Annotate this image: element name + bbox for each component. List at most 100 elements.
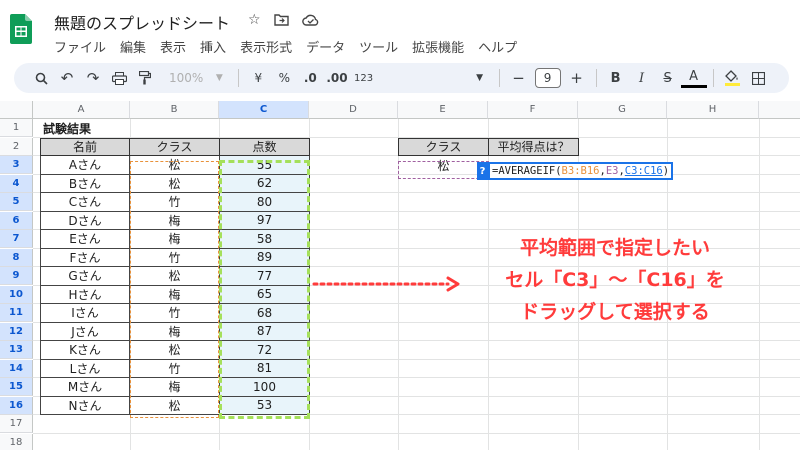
row-header-5[interactable]: 5 — [0, 193, 33, 211]
print-icon[interactable] — [106, 66, 132, 90]
row-header-10[interactable]: 10 — [0, 285, 33, 304]
percent-format-button[interactable]: % — [271, 66, 297, 90]
decrease-decimal-button[interactable]: .0 — [297, 66, 323, 90]
row-header-17[interactable]: 17 — [0, 415, 33, 433]
select-all-corner[interactable] — [0, 101, 33, 119]
row-header-6[interactable]: 6 — [0, 211, 33, 230]
annotation-line-1: 平均範囲で指定したい — [519, 237, 710, 259]
redo-icon[interactable]: ↷ — [80, 66, 106, 90]
formula-input[interactable]: =AVERAGEIF(B3:B16, E3, C3:C16) — [488, 162, 673, 180]
annotation-line-3: ドラッグして選択する — [520, 301, 710, 323]
column-header-e[interactable]: E — [398, 101, 488, 119]
column-header-overflow — [759, 101, 800, 119]
name-cell[interactable]: Mさん — [40, 378, 130, 397]
column-header-h[interactable]: H — [667, 101, 759, 119]
increase-font-size-button[interactable]: + — [564, 66, 590, 90]
spreadsheet-app: 無題のスプレッドシート ☆ ファイル 編集 表示 挿入 表示形式 データ ツール… — [0, 0, 800, 450]
increase-decimal-button[interactable]: .00 — [323, 66, 350, 90]
name-cell[interactable]: Jさん — [40, 322, 130, 341]
row-header-4[interactable]: 4 — [0, 174, 33, 193]
font-dropdown-icon[interactable]: ▼ — [467, 66, 493, 90]
row-header-8[interactable]: 8 — [0, 248, 33, 267]
column-header-c[interactable]: C — [219, 101, 309, 119]
column-header-a[interactable]: A — [33, 101, 130, 119]
strikethrough-button[interactable]: S — [655, 66, 681, 90]
search-icon[interactable] — [28, 66, 54, 90]
toolbar-divider — [712, 69, 714, 87]
zoom-select[interactable]: 100% — [166, 66, 206, 90]
toolbar: ↶ ↷ 100% ▼ ¥ % .0 .00 123 ▼ − 9 + B I S … — [14, 63, 789, 93]
zoom-dropdown-icon[interactable]: ▼ — [206, 66, 232, 90]
name-cell[interactable]: Cさん — [40, 193, 130, 212]
side-header-class-cell[interactable]: クラス — [398, 137, 489, 156]
decrease-font-size-button[interactable]: − — [506, 66, 532, 90]
menu-insert[interactable]: 挿入 — [200, 37, 226, 56]
font-size-field[interactable]: 9 — [532, 66, 564, 90]
menu-file[interactable]: ファイル — [54, 37, 106, 56]
name-cell[interactable]: Aさん — [40, 156, 130, 175]
row-header-1[interactable]: 1 — [0, 119, 33, 137]
row-header-2[interactable]: 2 — [0, 137, 33, 156]
bold-button[interactable]: B — [603, 66, 629, 90]
side-header-average-cell[interactable]: 平均得点は？ — [488, 137, 579, 156]
name-cell[interactable]: Fさん — [40, 248, 130, 267]
name-cell[interactable]: Eさん — [40, 230, 130, 249]
fill-color-icon[interactable] — [720, 66, 746, 90]
row-header-11[interactable]: 11 — [0, 304, 33, 322]
row-header-3[interactable]: 3 — [0, 156, 33, 174]
undo-icon[interactable]: ↶ — [54, 66, 80, 90]
column-header-b[interactable]: B — [130, 101, 219, 119]
name-cell[interactable]: Iさん — [40, 304, 130, 323]
header-name-cell[interactable]: 名前 — [40, 137, 130, 156]
menu-view[interactable]: 表示 — [160, 37, 186, 56]
menu-extensions[interactable]: 拡張機能 — [412, 37, 464, 56]
document-title[interactable]: 無題のスプレッドシート — [54, 10, 230, 34]
range-highlight-c3-c16[interactable] — [219, 160, 310, 419]
row-header-16[interactable]: 16 — [0, 396, 33, 415]
row-header-18[interactable]: 18 — [0, 433, 33, 450]
column-header-g[interactable]: G — [578, 101, 667, 119]
menu-help[interactable]: ヘルプ — [478, 37, 517, 56]
column-header-d[interactable]: D — [309, 101, 398, 119]
toolbar-divider — [498, 69, 500, 87]
row-header-12[interactable]: 12 — [0, 322, 33, 341]
row-header-7[interactable]: 7 — [0, 230, 33, 248]
header-class-cell[interactable]: クラス — [129, 137, 220, 156]
row-header-15[interactable]: 15 — [0, 378, 33, 396]
sheets-logo-icon[interactable] — [10, 14, 32, 44]
name-cell[interactable]: Nさん — [40, 396, 130, 415]
menu-bar: ファイル 編集 表示 挿入 表示形式 データ ツール 拡張機能 ヘルプ — [54, 37, 517, 56]
formula-help-icon[interactable]: ? — [477, 162, 488, 180]
row-header-14[interactable]: 14 — [0, 359, 33, 378]
toolbar-divider — [595, 69, 597, 87]
menu-edit[interactable]: 編集 — [120, 37, 146, 56]
formula-prefix: =AVERAGEIF( — [492, 165, 562, 177]
menu-format[interactable]: 表示形式 — [240, 37, 292, 56]
name-cell[interactable]: Kさん — [40, 341, 130, 360]
text-color-button[interactable]: A — [680, 68, 707, 88]
row-header-13[interactable]: 13 — [0, 341, 33, 359]
move-folder-icon[interactable] — [274, 13, 289, 26]
italic-button[interactable]: I — [629, 66, 655, 90]
header-score-cell[interactable]: 点数 — [219, 137, 310, 156]
column-header-f[interactable]: F — [488, 101, 578, 119]
font-size-value: 9 — [534, 68, 561, 88]
annotation-arrow-icon — [312, 276, 460, 292]
menu-data[interactable]: データ — [306, 37, 345, 56]
toolbar-divider — [238, 69, 240, 87]
name-cell[interactable]: Dさん — [40, 211, 130, 230]
paint-format-icon[interactable] — [132, 66, 158, 90]
name-cell[interactable]: Gさん — [40, 267, 130, 286]
formula-suffix: ) — [662, 165, 670, 177]
name-cell[interactable]: Lさん — [40, 359, 130, 378]
row-header-9[interactable]: 9 — [0, 267, 33, 285]
currency-format-button[interactable]: ¥ — [245, 66, 271, 90]
name-cell[interactable]: Hさん — [40, 285, 130, 304]
number-format-button[interactable]: 123 — [351, 66, 377, 90]
cloud-status-icon[interactable] — [302, 14, 319, 26]
menu-tools[interactable]: ツール — [359, 37, 398, 56]
borders-icon[interactable] — [746, 66, 772, 90]
sheet-title-cell[interactable]: 試験結果 — [40, 119, 140, 137]
name-cell[interactable]: Bさん — [40, 174, 130, 193]
star-icon[interactable]: ☆ — [248, 12, 261, 28]
